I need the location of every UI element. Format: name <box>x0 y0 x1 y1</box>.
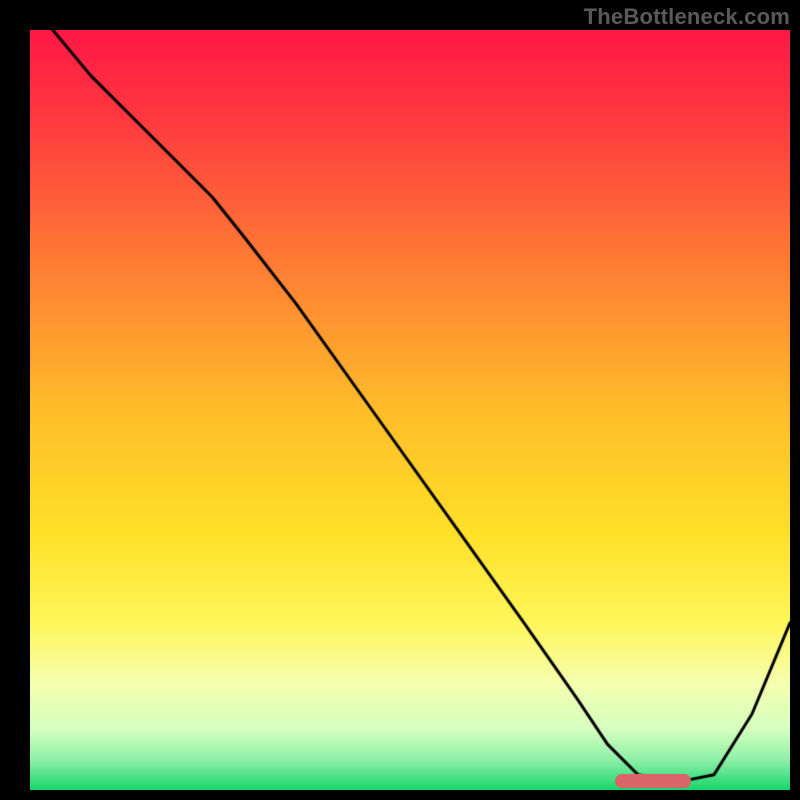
optimal-range-marker <box>615 774 691 788</box>
watermark-text: TheBottleneck.com <box>584 4 790 30</box>
plot-area <box>30 30 790 790</box>
curve-line <box>30 30 790 790</box>
bottleneck-chart: TheBottleneck.com <box>0 0 800 800</box>
